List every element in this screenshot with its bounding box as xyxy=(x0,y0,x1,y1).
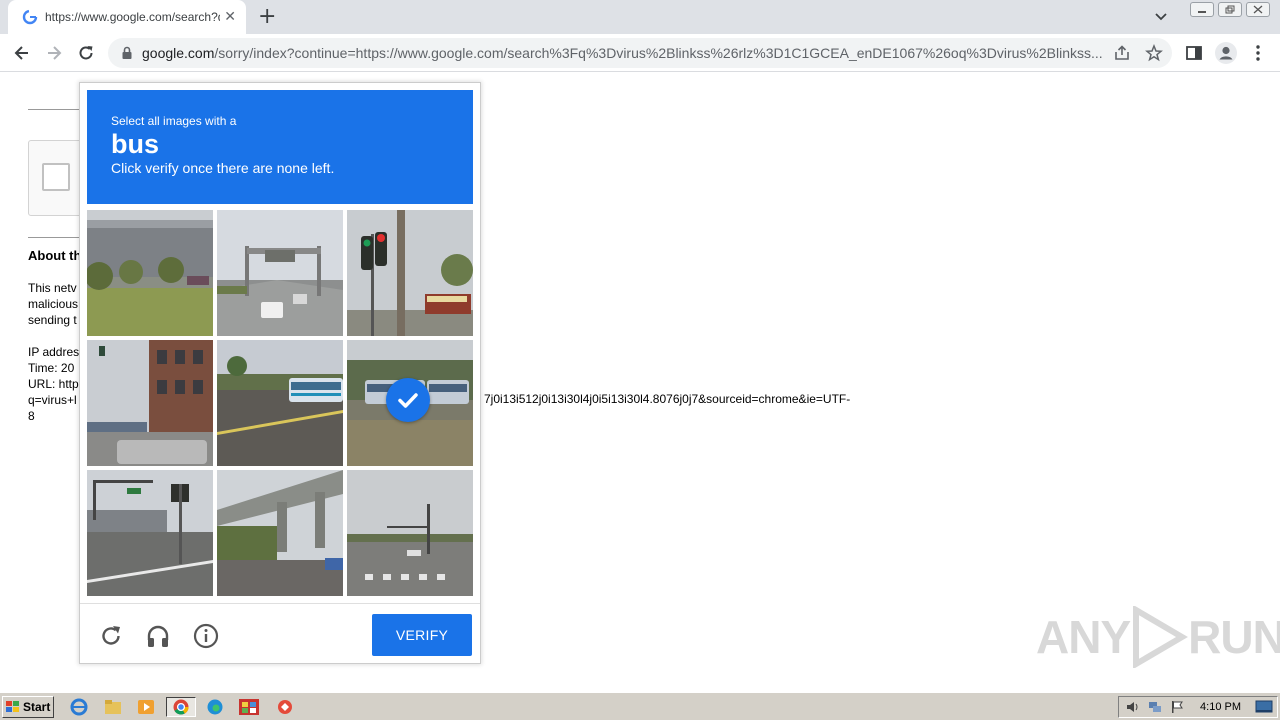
watermark-text-left: ANY xyxy=(1036,611,1131,663)
chrome-taskbar-button[interactable] xyxy=(166,697,196,717)
image-tile-selected[interactable] xyxy=(347,340,473,466)
start-label: Start xyxy=(23,700,51,714)
tab-search-chevron-icon[interactable] xyxy=(1151,6,1171,26)
share-icon[interactable] xyxy=(1113,44,1131,62)
recaptcha-checkbox[interactable] xyxy=(42,163,70,191)
system-tray: 4:10 PM xyxy=(1118,696,1278,718)
tile-image xyxy=(347,470,473,596)
image-grid xyxy=(87,210,473,596)
info-icon[interactable] xyxy=(193,623,219,649)
reload-icon xyxy=(79,46,93,60)
file-explorer-icon[interactable] xyxy=(102,697,124,717)
close-window-button[interactable] xyxy=(1246,2,1270,17)
paragraph-line: malicious xyxy=(28,297,79,311)
selected-check-icon xyxy=(386,378,430,422)
internet-explorer-icon[interactable] xyxy=(68,697,90,717)
browser-tab[interactable]: https://www.google.com/search?q= ✕ xyxy=(8,0,246,34)
image-tile[interactable] xyxy=(347,210,473,336)
divider xyxy=(28,109,80,110)
info-line: URL: http xyxy=(28,377,79,391)
clock: 4:10 PM xyxy=(1200,701,1241,713)
new-tab-button[interactable]: + xyxy=(258,5,276,29)
tab-close-icon[interactable]: ✕ xyxy=(224,9,236,25)
tile-image xyxy=(217,340,343,466)
side-panel-icon[interactable] xyxy=(1184,43,1204,63)
volume-icon[interactable] xyxy=(1125,700,1141,714)
url-tail-text: 7j0i13i512j0i13i30l4j0i5i13i30l4.8076j0j… xyxy=(484,392,851,406)
image-tile[interactable] xyxy=(87,470,213,596)
tile-image xyxy=(217,470,343,596)
info-line: 8 xyxy=(28,409,35,423)
restore-icon xyxy=(1225,5,1235,14)
edge-icon[interactable] xyxy=(204,697,226,717)
image-tile[interactable] xyxy=(87,340,213,466)
close-icon xyxy=(1253,5,1263,14)
network-icon[interactable] xyxy=(1147,700,1163,714)
minimize-icon xyxy=(1198,10,1206,13)
lock-icon xyxy=(122,46,132,59)
reload-challenge-icon[interactable] xyxy=(98,623,124,649)
address-bar[interactable]: google.com/sorry/index?continue=https://… xyxy=(108,38,1172,68)
audio-headphones-icon[interactable] xyxy=(145,623,171,649)
info-line: Time: 20 xyxy=(28,361,75,375)
anyrun-watermark: ANY RUN xyxy=(1036,606,1280,668)
image-tile[interactable] xyxy=(217,210,343,336)
tab-strip: https://www.google.com/search?q= ✕ + xyxy=(0,0,1280,34)
challenge-header: Select all images with a bus Click verif… xyxy=(87,90,473,204)
back-button[interactable] xyxy=(10,41,34,65)
watermark-text-right: RUN xyxy=(1188,611,1280,663)
windows-logo-icon xyxy=(6,701,19,712)
challenge-instruction: Click verify once there are none left. xyxy=(111,160,335,176)
url-host: google.com xyxy=(142,45,215,61)
paragraph-line: This netv xyxy=(28,281,77,295)
chrome-icon xyxy=(173,699,189,715)
divider xyxy=(28,237,80,238)
bookmark-star-icon[interactable] xyxy=(1145,44,1163,62)
window-controls xyxy=(1190,2,1270,17)
profile-avatar-icon[interactable] xyxy=(1214,41,1238,65)
image-tile[interactable] xyxy=(217,340,343,466)
browser-toolbar: google.com/sorry/index?continue=https://… xyxy=(0,34,1280,72)
image-tile[interactable] xyxy=(217,470,343,596)
info-line: q=virus+l xyxy=(28,393,77,407)
restore-button[interactable] xyxy=(1218,2,1242,17)
tile-image xyxy=(87,470,213,596)
forward-button[interactable] xyxy=(42,41,66,65)
reload-button[interactable] xyxy=(74,41,98,65)
image-tile[interactable] xyxy=(87,210,213,336)
play-logo-icon xyxy=(1133,606,1189,668)
minimize-button[interactable] xyxy=(1190,2,1214,17)
action-center-flag-icon[interactable] xyxy=(1169,700,1185,714)
media-player-icon[interactable] xyxy=(135,697,157,717)
recaptcha-challenge: Select all images with a bus Click verif… xyxy=(79,82,481,664)
security-tool-icon[interactable] xyxy=(272,697,298,717)
verify-button[interactable]: VERIFY xyxy=(372,614,472,656)
url-path: /sorry/index?continue=https://www.google… xyxy=(214,45,1103,61)
start-button[interactable]: Start xyxy=(2,696,54,718)
challenge-footer: VERIFY xyxy=(80,603,480,663)
menu-dots-icon[interactable] xyxy=(1250,43,1266,63)
about-heading: About th xyxy=(28,248,82,263)
app-grid-icon[interactable] xyxy=(235,697,263,717)
tile-image xyxy=(347,210,473,336)
challenge-target: bus xyxy=(111,129,160,159)
google-favicon-icon xyxy=(22,9,38,25)
tile-image xyxy=(87,210,213,336)
url-text: google.com/sorry/index?continue=https://… xyxy=(142,45,1112,61)
show-desktop-icon[interactable] xyxy=(1255,700,1273,714)
tab-title: https://www.google.com/search?q= xyxy=(45,10,220,24)
paragraph-line: sending t xyxy=(28,313,77,327)
tile-image xyxy=(217,210,343,336)
windows-taskbar: Start 4:10 PM xyxy=(0,692,1280,720)
info-line: IP addres xyxy=(28,345,80,359)
forward-arrow-icon xyxy=(48,46,62,60)
tile-image xyxy=(87,340,213,466)
challenge-subtitle: Select all images with a xyxy=(111,114,237,128)
image-tile[interactable] xyxy=(347,470,473,596)
back-arrow-icon xyxy=(14,46,28,60)
